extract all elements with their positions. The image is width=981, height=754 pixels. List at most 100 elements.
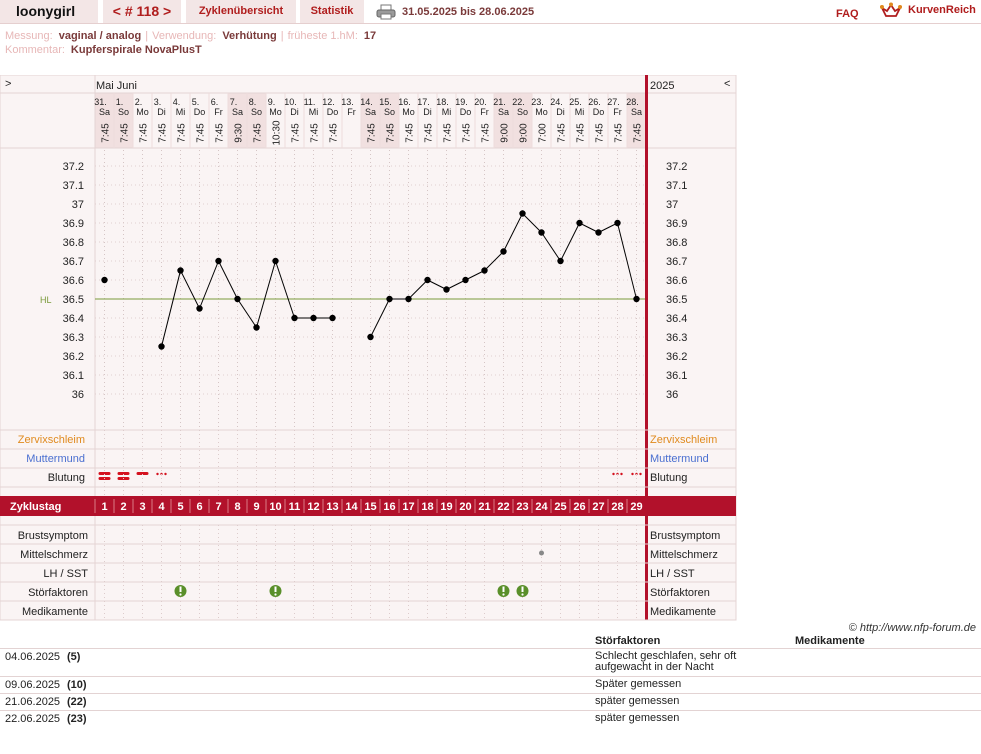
stoerfaktor-icon-dot: [274, 593, 277, 596]
row-label-lh: LH / SST: [43, 568, 88, 580]
weekday-label: Mi: [575, 107, 585, 117]
note-row: 09.06.2025 (10) Später gemessen: [0, 676, 981, 693]
time-label: 9:30: [234, 123, 245, 143]
y-tick-right: 36.6: [666, 275, 687, 287]
date-label: 23.: [531, 97, 544, 107]
cycle-day-number: 5: [177, 501, 183, 513]
date-label: 2.: [135, 97, 143, 107]
y-tick-left: 37.1: [63, 180, 84, 192]
time-label: 7:45: [481, 123, 492, 143]
tab-statistics[interactable]: Statistik: [300, 0, 364, 23]
y-tick-left: 36.5: [63, 294, 84, 306]
cycle-day-number: 17: [402, 501, 414, 513]
weekday-label: So: [118, 107, 129, 117]
bleeding-spotting: [631, 472, 634, 476]
temperature-point: [576, 219, 583, 227]
date-label: 4.: [173, 97, 181, 107]
note-date: 09.06.2025: [5, 679, 61, 691]
tab-cycle-overview[interactable]: Zyklenübersicht: [186, 0, 296, 23]
date-label: 10.: [284, 97, 297, 107]
date-label: 25.: [569, 97, 582, 107]
cycle-day-number: 16: [383, 501, 395, 513]
date-label: 27.: [607, 97, 620, 107]
notes-col-stoerfaktoren: Störfaktoren: [595, 635, 661, 647]
weekday-label: Mo: [535, 107, 548, 117]
temperature-point: [310, 314, 317, 322]
cycle-day-number: 25: [554, 501, 566, 513]
note-row: 22.06.2025 (23) später gemessen: [0, 710, 981, 727]
weekday-label: Sa: [365, 107, 376, 117]
row-label-blutung-right: Blutung: [650, 472, 687, 484]
messung-label: Messung:: [5, 30, 53, 42]
kommentar-label: Kommentar:: [5, 44, 65, 56]
temperature-point: [177, 267, 184, 274]
date-label: 17.: [417, 97, 430, 107]
row-label-mittel-right: Mittelschmerz: [650, 549, 718, 561]
y-tick-left: 36.1: [63, 370, 84, 382]
cycle-day-number: 18: [421, 501, 433, 513]
row-label-zyklustag: Zyklustag: [10, 501, 61, 513]
date-label: 26.: [588, 97, 601, 107]
y-tick-right: 37.1: [666, 180, 687, 192]
time-label: 7:45: [329, 123, 340, 143]
cycle-navigation[interactable]: < # 118 >: [103, 0, 181, 23]
date-label: 5.: [192, 97, 200, 107]
cycle-day-number: 2: [120, 501, 126, 513]
temperature-point: [595, 229, 602, 236]
top-bar: loonygirl < # 118 > Zyklenübersicht Stat…: [0, 0, 981, 24]
bleeding-spotting: [620, 472, 623, 476]
weekday-label: Do: [593, 107, 605, 117]
temperature-point: [538, 229, 545, 236]
time-label: 7:45: [633, 123, 644, 143]
y-tick-left: 36.8: [63, 237, 84, 249]
y-tick-left: 36.2: [63, 351, 84, 363]
hl-label: HL: [40, 295, 52, 305]
cycle-day-number: 4: [158, 501, 165, 513]
cycle-day-number: 12: [307, 501, 319, 513]
weekday-label: Fr: [613, 107, 622, 117]
cycle-day-number: 3: [139, 501, 145, 513]
hm-label: früheste 1.hM:: [287, 30, 358, 42]
messung-value: vaginal / analog: [58, 30, 142, 42]
y-tick-left: 36.9: [63, 218, 84, 230]
date-label: 22.: [512, 97, 525, 107]
y-tick-right: 37.2: [666, 161, 687, 173]
brand-logo[interactable]: KurvenReich: [880, 2, 980, 20]
cycle-day-number: 14: [345, 501, 358, 513]
weekday-label: So: [384, 107, 395, 117]
y-tick-right: 36: [666, 389, 678, 401]
temperature-point: [367, 333, 374, 341]
date-label: 12.: [322, 97, 335, 107]
weekday-label: Di: [423, 107, 432, 117]
time-label: 7:45: [101, 123, 112, 143]
temperature-point: [424, 276, 431, 284]
temperature-point: [329, 314, 336, 322]
temperature-point: [443, 286, 450, 293]
temperature-point: [291, 314, 298, 322]
date-label: 16.: [398, 97, 411, 107]
time-label: 7:45: [196, 123, 207, 143]
temperature-point: [196, 305, 203, 312]
time-label: 7:45: [310, 123, 321, 143]
time-label: 7:00: [538, 123, 549, 143]
cycle-day-number: 10: [269, 501, 281, 513]
cycle-day-number: 11: [289, 501, 301, 513]
time-label: 7:45: [291, 123, 302, 143]
date-label: 7.: [230, 97, 238, 107]
date-label: 18.: [436, 97, 449, 107]
weekday-label: Do: [194, 107, 206, 117]
date-range: 31.05.2025 bis 28.06.2025: [402, 6, 535, 18]
y-tick-left: 37: [72, 199, 84, 211]
weekday-label: Do: [327, 107, 339, 117]
temperature-point: [158, 343, 165, 350]
y-tick-left: 36: [72, 389, 84, 401]
time-label: 7:45: [215, 123, 226, 143]
print-icon[interactable]: [376, 4, 396, 20]
date-label: 9.: [268, 97, 276, 107]
stoerfaktor-icon-bar: [274, 586, 277, 592]
cycle-day-number: 8: [234, 501, 240, 513]
faq-link[interactable]: FAQ: [836, 8, 859, 20]
row-label-stoer-right: Störfaktoren: [650, 587, 710, 599]
crown-icon: [880, 2, 902, 17]
y-tick-right: 36.2: [666, 351, 687, 363]
